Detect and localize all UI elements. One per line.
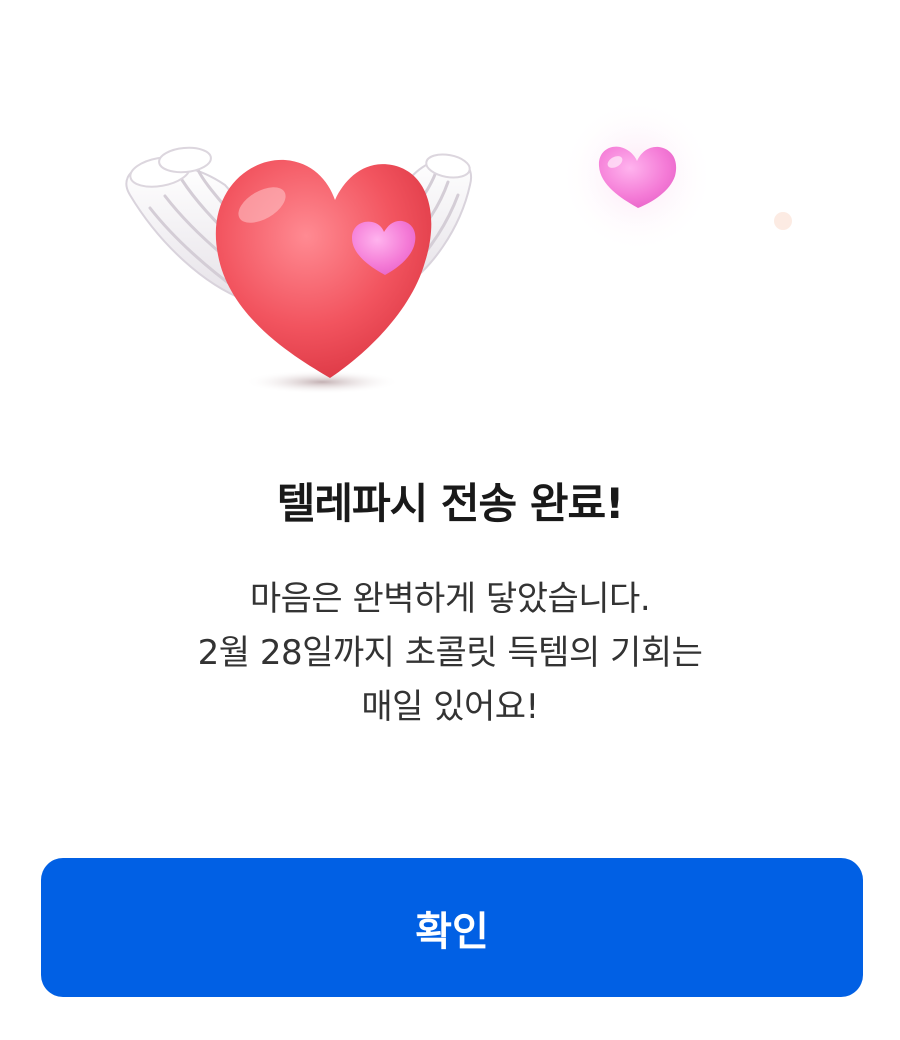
message-line-2: 2월 28일까지 초콜릿 득템의 기회는	[197, 633, 703, 673]
confirm-button[interactable]: 확인	[41, 858, 863, 997]
illustration-canvas	[125, 98, 792, 394]
main-heart	[215, 159, 432, 378]
message-line-1: 마음은 완벽하게 닿았습니다.	[249, 579, 651, 619]
message-line-3: 매일 있어요!	[361, 687, 539, 727]
dialog-message: 마음은 완벽하게 닿았습니다. 2월 28일까지 초콜릿 득템의 기회는 매일 …	[0, 572, 900, 734]
small-heart-icon	[559, 98, 715, 254]
illustration	[0, 0, 900, 440]
dialog-title: 텔레파시 전송 완료!	[276, 479, 625, 528]
winged-heart-icon	[125, 146, 472, 394]
sparkle	[774, 212, 792, 230]
